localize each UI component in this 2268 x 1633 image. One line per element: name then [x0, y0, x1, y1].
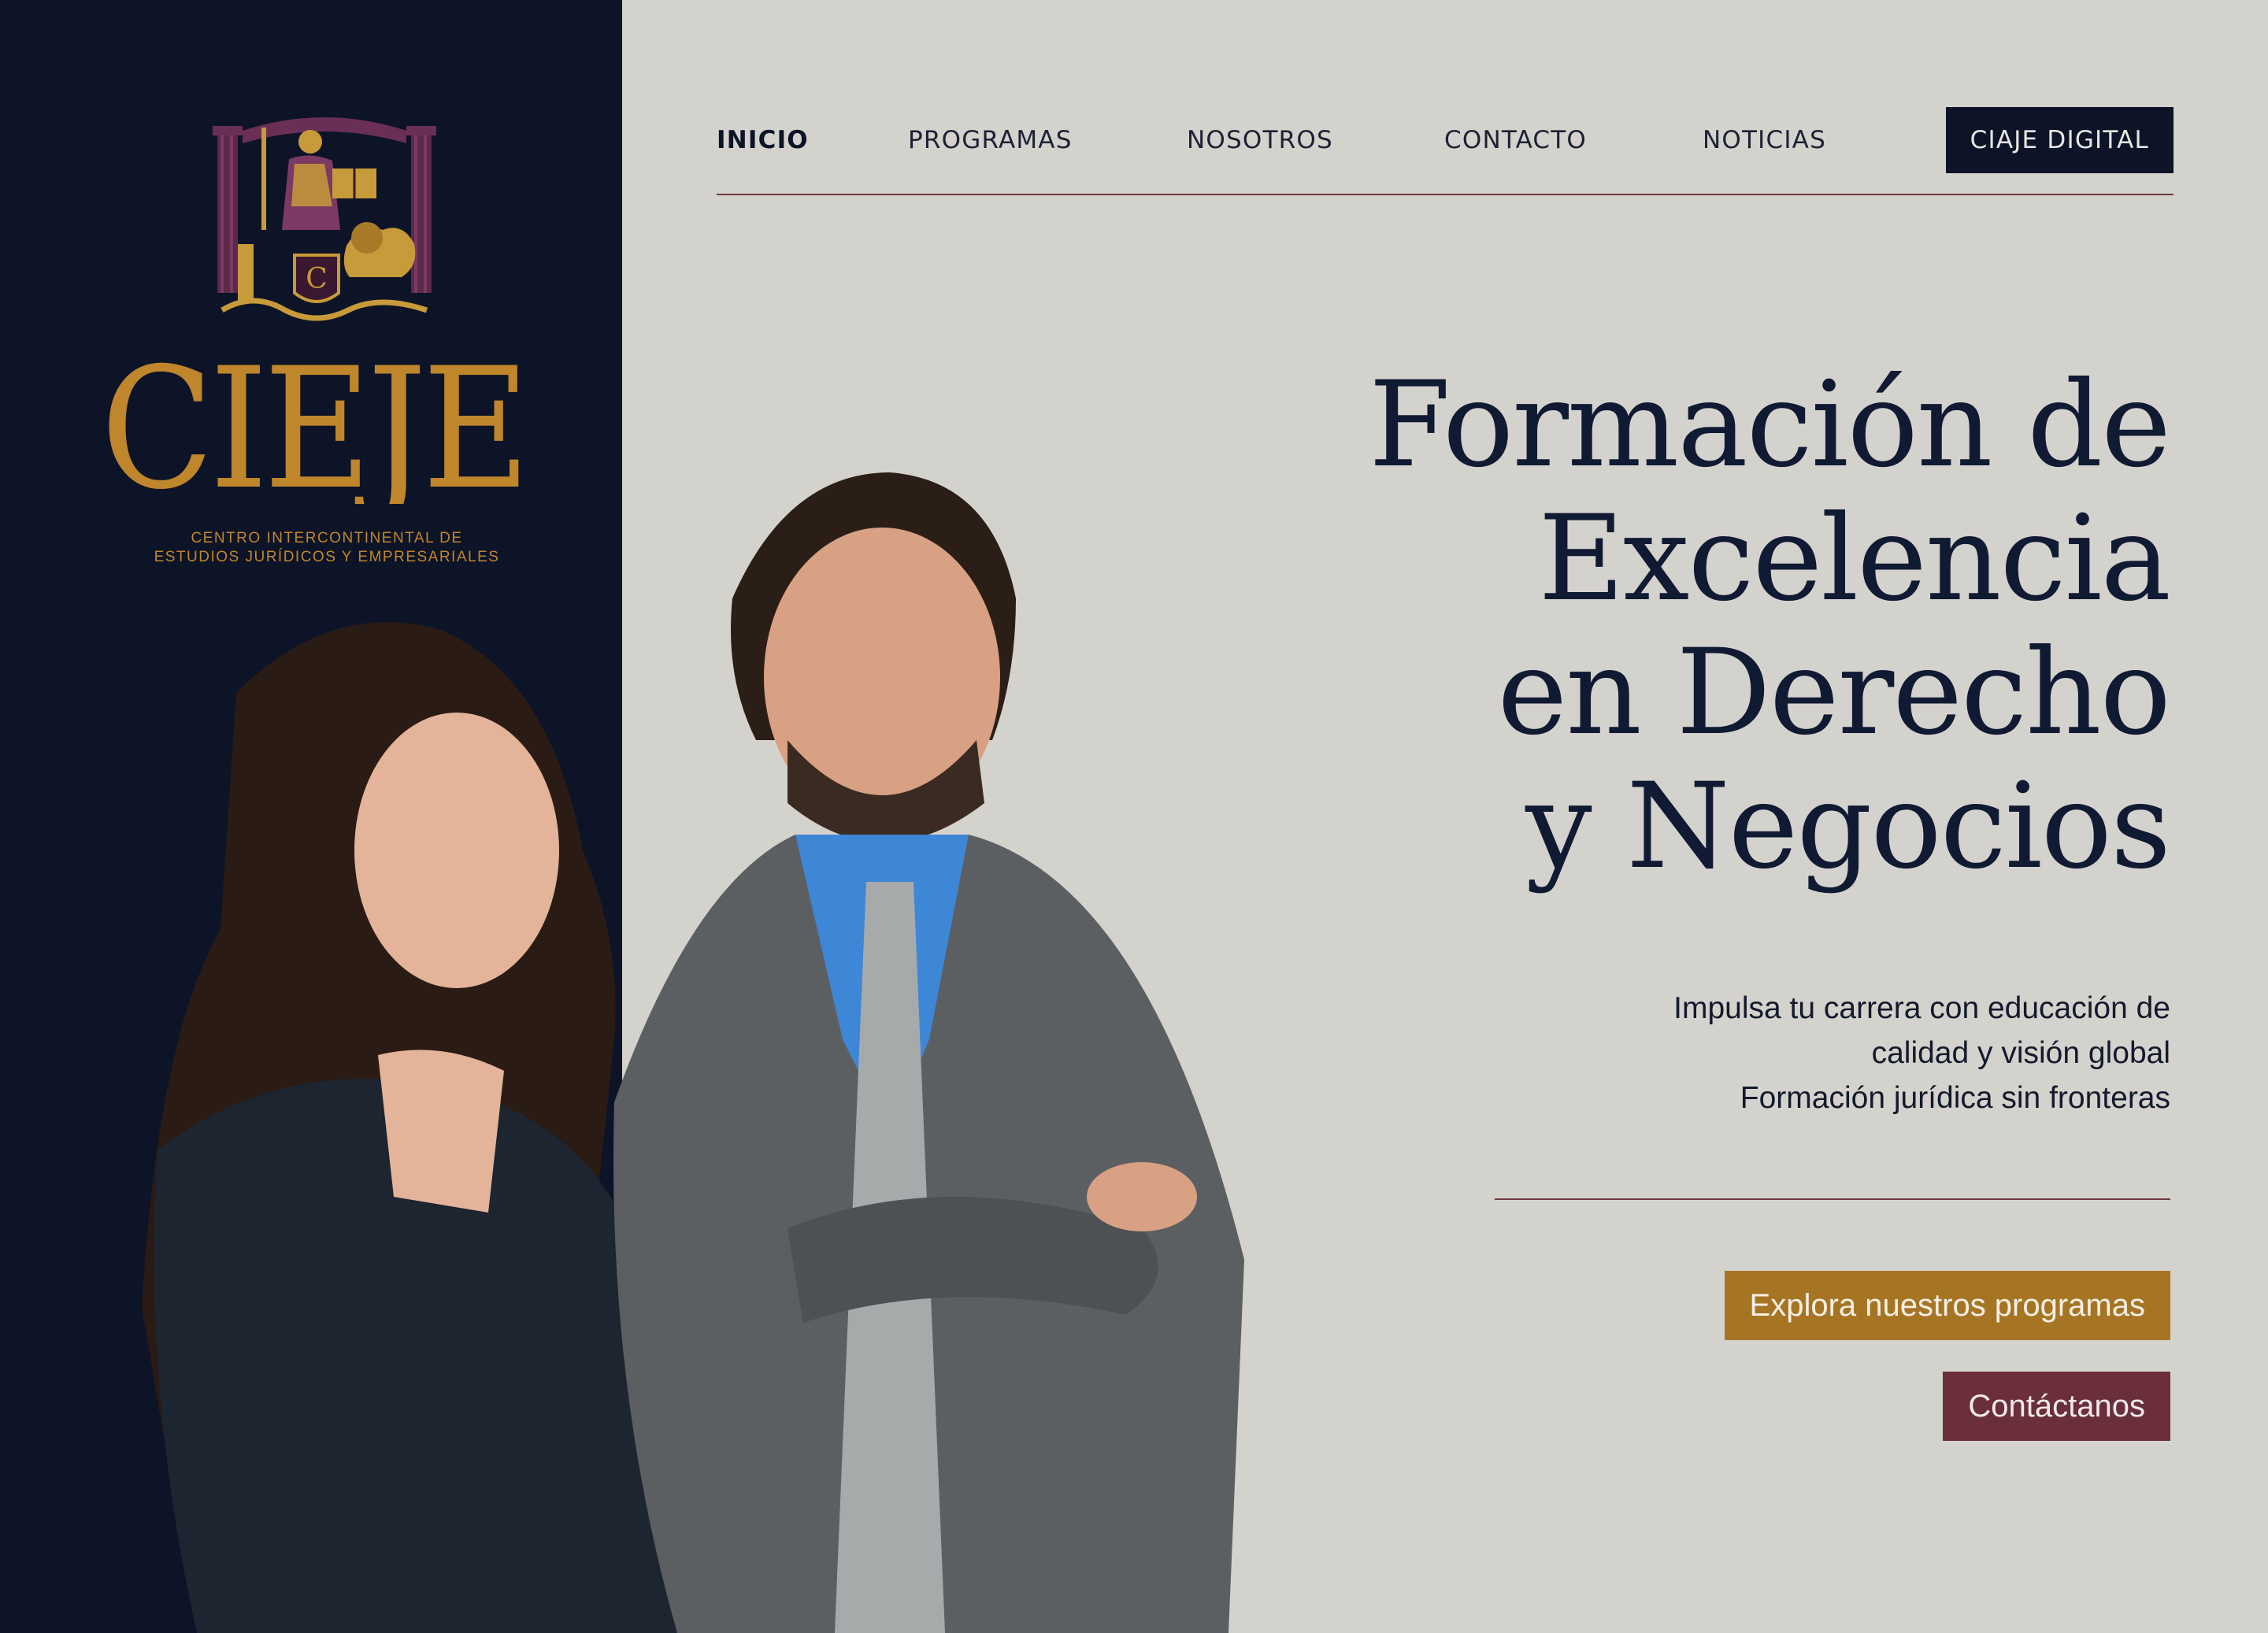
- headline-line-4: y Negocios: [1525, 758, 2171, 895]
- subtext-line-3: Formación jurídica sin fronteras: [1740, 1081, 2170, 1115]
- nav-item-noticias[interactable]: NOTICIAS: [1703, 126, 1826, 154]
- hero-subtext: Impulsa tu carrera con educación de cali…: [1465, 986, 2170, 1120]
- nav-item-programas[interactable]: PROGRAMAS: [908, 126, 1073, 154]
- contact-us-button[interactable]: Contáctanos: [1943, 1372, 2170, 1441]
- woman-face: [354, 713, 559, 988]
- headline-line-1: Formación de: [1369, 357, 2171, 494]
- subtext-line-2: calidad y visión global: [1871, 1036, 2170, 1070]
- crest-logo-icon: C: [213, 117, 436, 321]
- man-hand: [1087, 1162, 1197, 1231]
- nav-item-contacto[interactable]: CONTACTO: [1444, 126, 1587, 154]
- ciaje-digital-button[interactable]: CIAJE DIGITAL: [1945, 107, 2174, 173]
- top-navigation: INICIO PROGRAMAS NOSOTROS CONTACTO NOTIC…: [717, 102, 2174, 197]
- subtext-line-1: Impulsa tu carrera con educación de: [1673, 991, 2170, 1025]
- nav-item-nosotros[interactable]: NOSOTROS: [1187, 126, 1333, 154]
- woman-hand: [378, 1050, 504, 1213]
- nav-item-inicio[interactable]: INICIO: [717, 126, 809, 154]
- headline-line-3: en Derecho: [1497, 624, 2172, 761]
- headline-line-2: Excelencia: [1538, 491, 2171, 628]
- hero-headline: Formación de Excelencia en Derecho y Neg…: [1166, 357, 2172, 895]
- hero-photo: [142, 472, 1244, 1633]
- nav-divider: [717, 194, 2174, 195]
- hero-divider: [1495, 1198, 2170, 1200]
- svg-text:C: C: [306, 263, 328, 295]
- explore-programs-button[interactable]: Explora nuestros programas: [1724, 1271, 2170, 1340]
